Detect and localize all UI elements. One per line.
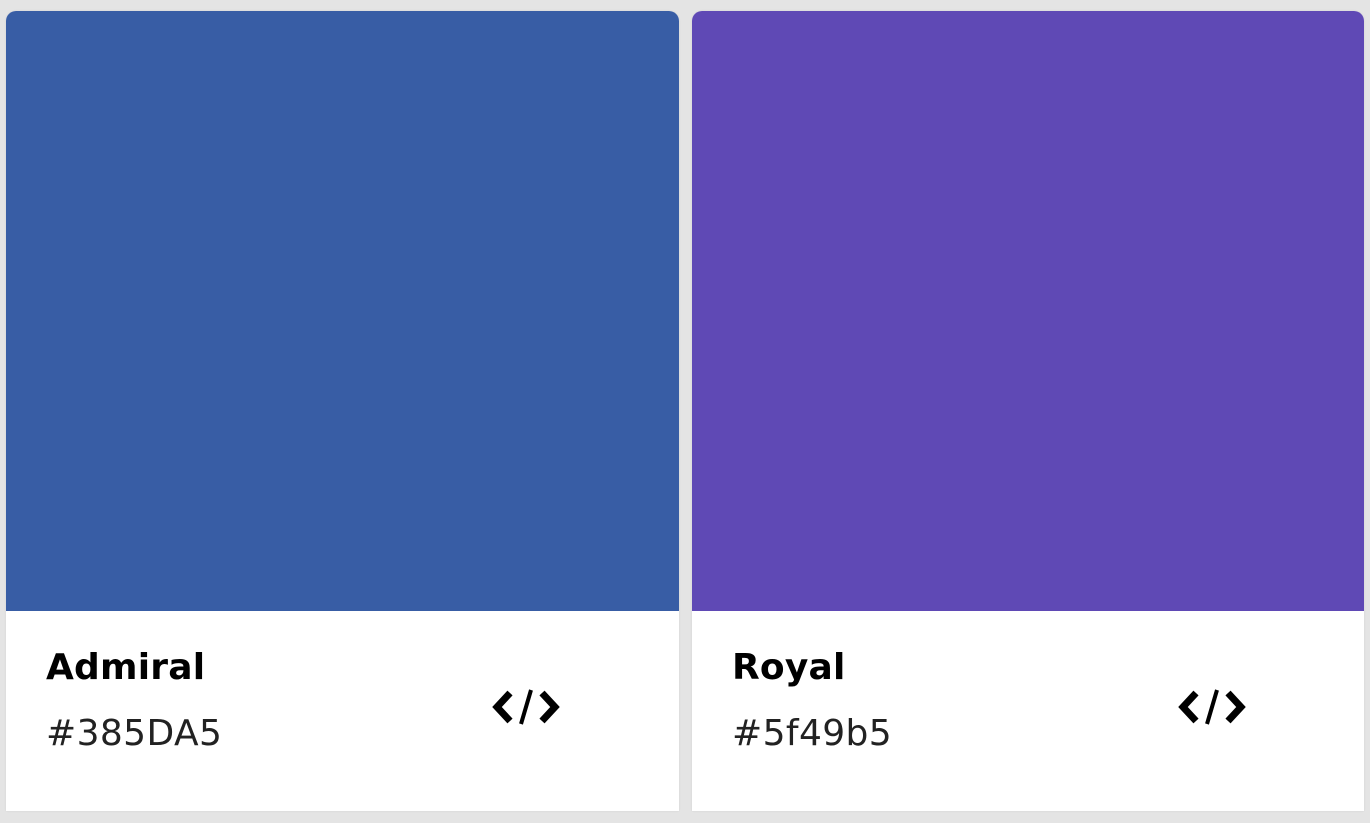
code-icon xyxy=(492,689,560,725)
copy-code-button[interactable] xyxy=(490,685,562,729)
color-name: Royal xyxy=(732,647,846,688)
color-info: Admiral #385DA5 xyxy=(6,611,679,811)
color-hex: #385DA5 xyxy=(46,713,223,754)
color-name: Admiral xyxy=(46,647,206,688)
color-swatch[interactable] xyxy=(692,11,1364,611)
color-swatch[interactable] xyxy=(6,11,679,611)
color-hex: #5f49b5 xyxy=(732,713,893,754)
color-card-admiral[interactable]: Admiral #385DA5 xyxy=(6,11,679,811)
color-grid: Admiral #385DA5 Royal #5f49b5 xyxy=(0,0,1370,823)
code-icon xyxy=(1178,689,1246,725)
color-info: Royal #5f49b5 xyxy=(692,611,1364,811)
color-card-royal[interactable]: Royal #5f49b5 xyxy=(692,11,1364,811)
copy-code-button[interactable] xyxy=(1176,685,1248,729)
